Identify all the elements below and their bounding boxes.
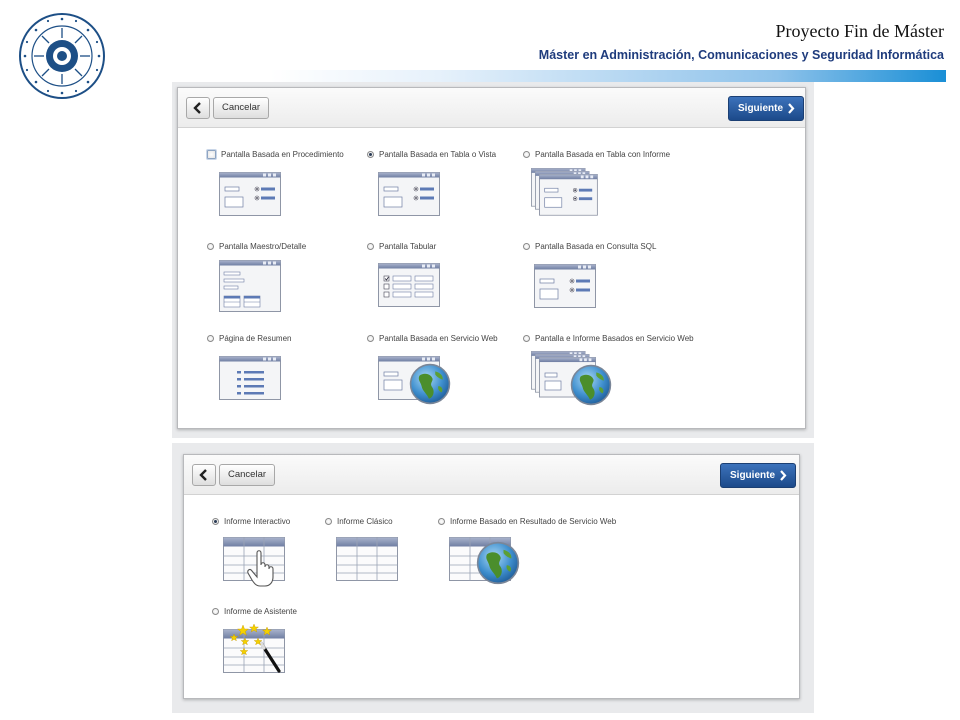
radio-button[interactable] [207,150,216,159]
option-label: Pantalla Tabular [379,242,437,251]
globe-icon [409,363,451,405]
radio-button[interactable] [523,243,530,250]
option-summary-page[interactable]: Página de Resumen [207,334,292,343]
web-service-window-icon[interactable] [378,354,454,406]
project-title: Proyecto Fin de Máster [775,21,944,41]
option-label: Página de Resumen [219,334,292,343]
web-service-result-report-icon[interactable] [449,535,523,587]
web-service-report-stack-icon[interactable] [531,351,613,407]
classic-report-icon[interactable] [336,537,398,581]
radio-button[interactable] [207,243,214,250]
wizard-toolbar: Cancelar Siguiente [178,88,805,128]
wizard-page-type: Cancelar Siguiente Pantalla Basada en Pr… [177,87,806,429]
master-detail-window-icon[interactable] [219,260,281,312]
radio-button[interactable] [325,518,332,525]
option-label: Pantalla Basada en Servicio Web [379,334,498,343]
radio-button[interactable] [207,335,214,342]
next-button[interactable]: Siguiente [720,463,797,488]
university-seal-logo [19,13,105,99]
chevron-left-icon [193,102,201,114]
option-label: Pantalla Basada en Tabla con Informe [535,150,671,159]
chevron-right-icon [788,103,795,114]
back-button[interactable] [192,464,216,486]
next-button-label: Siguiente [730,470,776,481]
option-web-service-page[interactable]: Pantalla Basada en Servicio Web [367,334,498,343]
option-label: Pantalla Basada en Procedimiento [221,150,344,159]
wizard-toolbar: Cancelar Siguiente [184,455,799,495]
radio-button[interactable] [367,335,374,342]
option-label: Informe de Asistente [224,607,297,616]
radio-button[interactable] [523,151,530,158]
option-tabular-page[interactable]: Pantalla Tabular [367,242,436,251]
option-label: Informe Interactivo [224,517,291,526]
option-label: Pantalla e Informe Basados en Servicio W… [535,334,694,343]
option-table-report-page[interactable]: Pantalla Basada en Tabla con Informe [523,150,670,159]
radio-button[interactable] [367,243,374,250]
radio-button[interactable] [438,518,445,525]
globe-icon [570,364,612,406]
wizard-report-icon[interactable] [223,623,289,677]
option-master-detail-page[interactable]: Pantalla Maestro/Detalle [207,242,306,251]
cancel-button[interactable]: Cancelar [213,97,270,119]
header-gradient-bar [270,70,946,82]
option-web-service-report-page[interactable]: Pantalla e Informe Basados en Servicio W… [523,334,694,343]
option-classic-report[interactable]: Informe Clásico [325,517,393,526]
globe-icon [476,541,520,585]
option-label: Pantalla Maestro/Detalle [219,242,307,251]
radio-button[interactable] [212,608,219,615]
program-subtitle: Máster en Administración, Comunicaciones… [538,48,944,62]
radio-button[interactable] [523,335,530,342]
wizard-report-type: Cancelar Siguiente Informe Interactivo I… [183,454,800,699]
option-label: Informe Basado en Resultado de Servicio … [450,517,617,526]
chevron-right-icon [780,470,787,481]
option-procedure-page[interactable]: Pantalla Basada en Procedimiento [207,150,344,159]
option-label: Pantalla Basada en Consulta SQL [535,242,657,251]
option-interactive-report[interactable]: Informe Interactivo [212,517,290,526]
option-label: Pantalla Basada en Tabla o Vista [379,150,497,159]
form-window-icon[interactable] [219,172,281,216]
interactive-report-icon[interactable] [223,537,285,587]
cancel-button[interactable]: Cancelar [219,464,276,486]
next-button-label: Siguiente [738,103,784,114]
option-sql-query-page[interactable]: Pantalla Basada en Consulta SQL [523,242,656,251]
option-table-view-page[interactable]: Pantalla Basada en Tabla o Vista [367,150,496,159]
form-report-stack-icon[interactable] [531,168,601,218]
radio-button[interactable] [212,518,219,525]
back-button[interactable] [186,97,210,119]
summary-window-icon[interactable] [219,356,281,400]
option-wizard-report[interactable]: Informe de Asistente [212,607,297,616]
option-label: Informe Clásico [337,517,393,526]
option-web-service-result-report[interactable]: Informe Basado en Resultado de Servicio … [438,517,616,526]
tabular-window-icon[interactable] [378,263,440,307]
sql-query-window-icon[interactable] [534,264,596,308]
next-button[interactable]: Siguiente [728,96,805,121]
radio-button[interactable] [367,151,374,158]
chevron-left-icon [199,469,207,481]
form-window-icon[interactable] [378,172,440,216]
